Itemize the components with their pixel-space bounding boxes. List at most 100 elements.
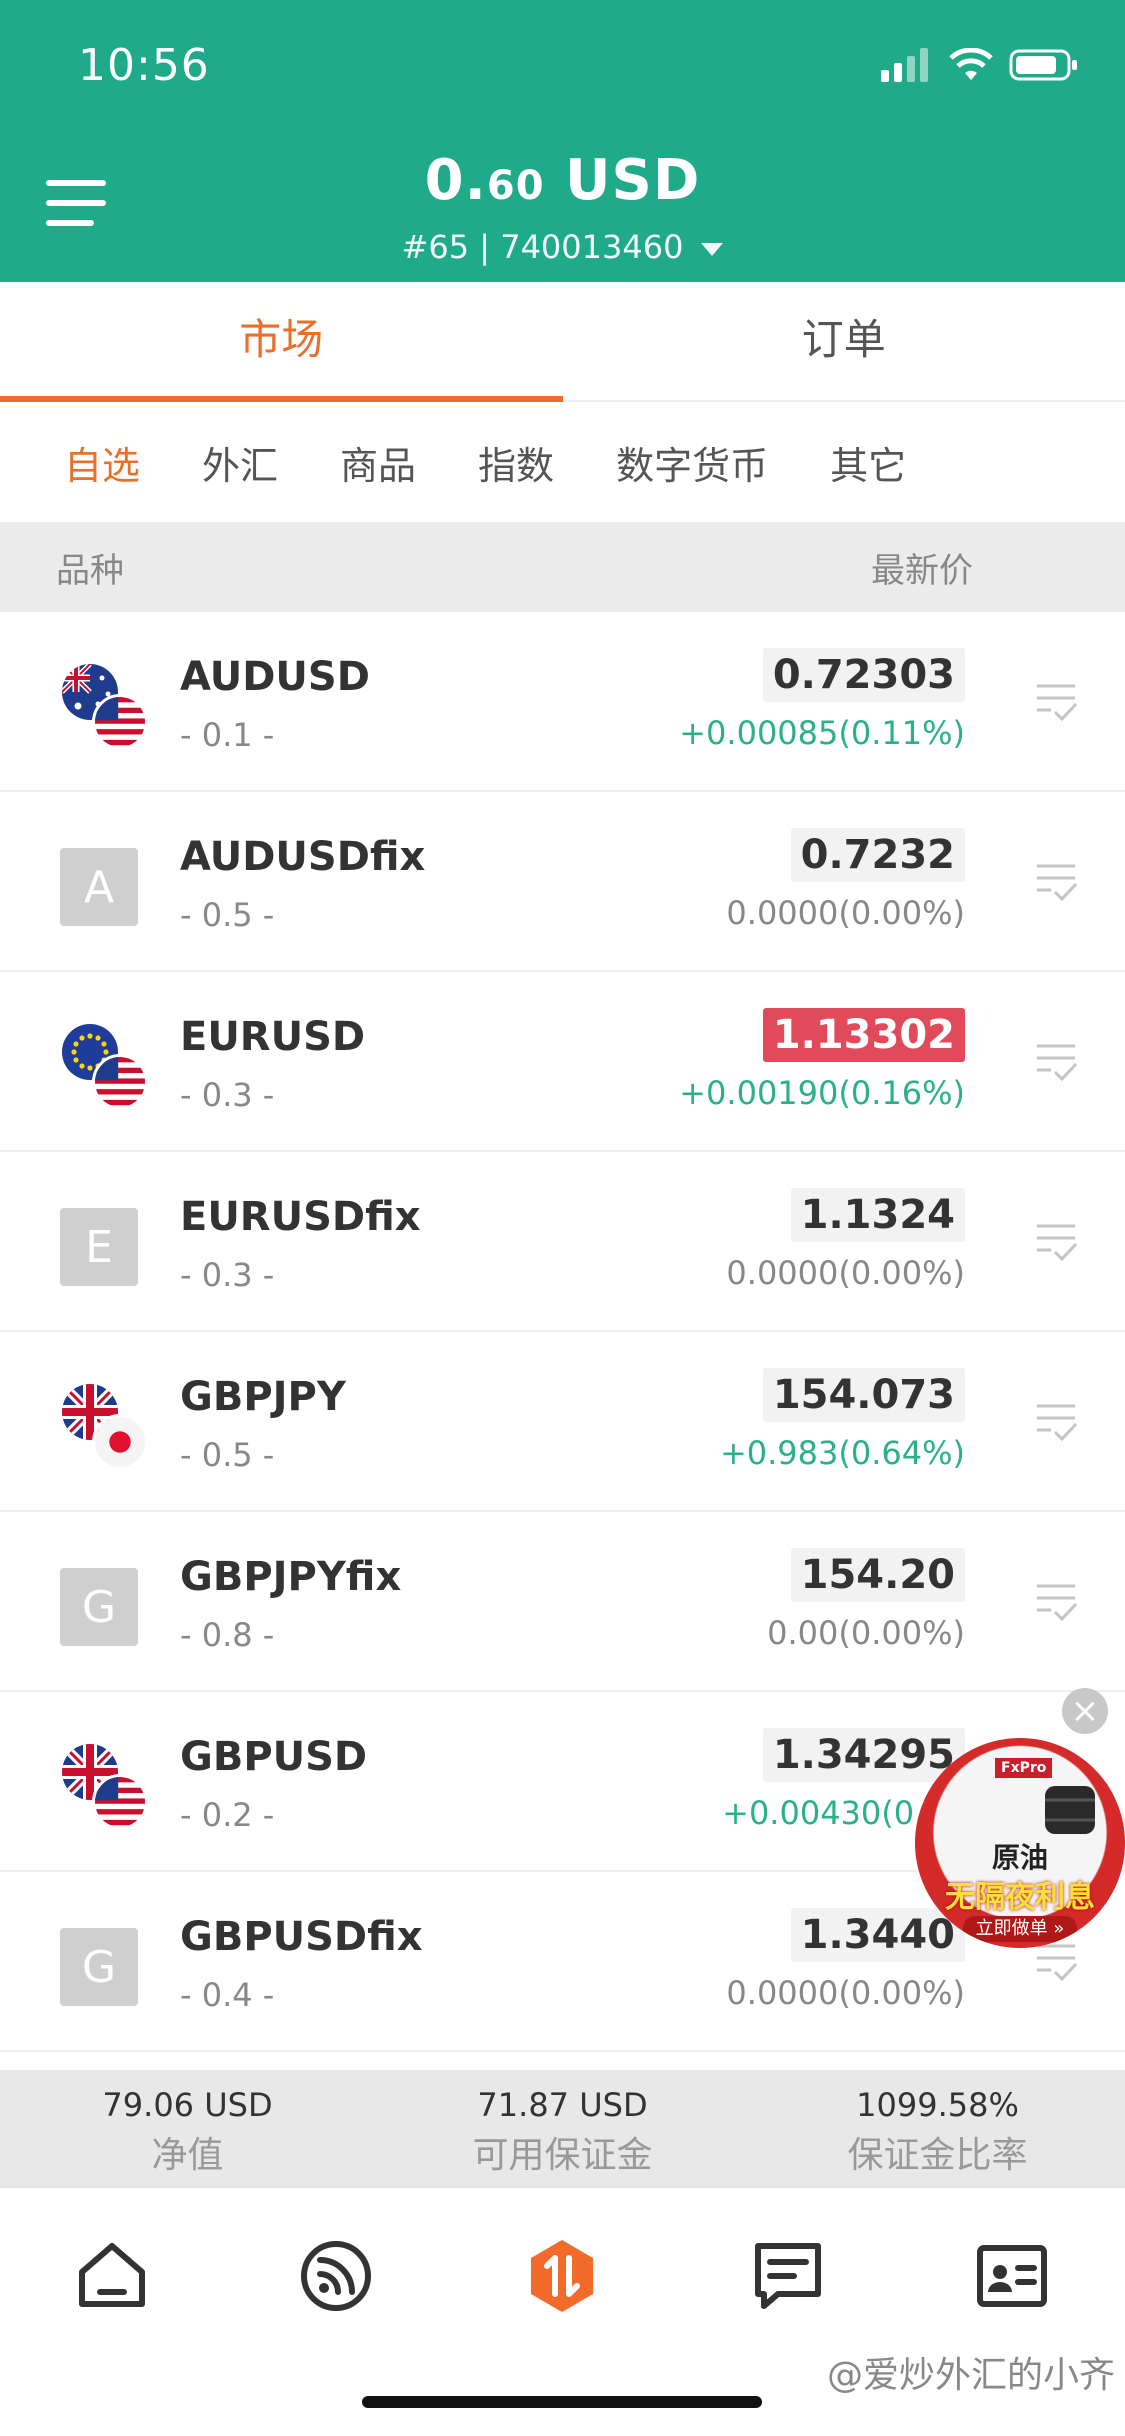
tab-crypto[interactable]: 数字货币: [616, 435, 768, 490]
price-change: 0.0000(0.00%): [726, 894, 965, 932]
column-latest-price: 最新价: [871, 550, 973, 591]
quick-order-icon[interactable]: [1033, 1398, 1079, 1444]
symbol-name: AUDUSD: [180, 654, 370, 700]
margin-level-label: 保证金比率: [847, 2135, 1028, 2176]
summary-equity: 79.06 USD 净值: [0, 2070, 375, 2186]
quick-order-icon[interactable]: [1033, 1038, 1079, 1084]
status-time: 10:56: [78, 40, 210, 91]
quick-order-icon[interactable]: [1033, 1218, 1079, 1264]
account-balance: 0.60 USD: [0, 148, 1125, 213]
symbol-letter-icon: A: [60, 848, 138, 926]
symbol-name: GBPUSD: [180, 1734, 368, 1780]
flag-jp-icon: [92, 1414, 148, 1470]
list-column-header: 品种 最新价: [0, 522, 1125, 612]
price-change: +0.00085(0.11%): [679, 714, 965, 752]
flag-gb-jp-icon: [60, 1380, 150, 1470]
free-margin-label: 可用保证金: [472, 2135, 653, 2176]
flag-us-icon: [92, 694, 148, 750]
symbol-name: GBPUSDfix: [180, 1914, 423, 1960]
symbol-spread: - 0.5 -: [180, 896, 275, 934]
oil-barrel-icon: [1045, 1786, 1095, 1834]
latest-price: 1.13302: [762, 1008, 965, 1062]
free-margin-value: 71.87 USD: [477, 2086, 648, 2124]
margin-level-value: 1099.58%: [856, 2086, 1019, 2124]
ad-brand-logo: FxPro: [995, 1758, 1053, 1778]
price-change: 0.00(0.00%): [767, 1614, 965, 1652]
symbol-letter-icon: G: [60, 1928, 138, 2006]
top-header: 10:56 0.60 USD #65 | 740013460: [0, 0, 1125, 282]
quick-order-icon[interactable]: [1033, 858, 1079, 904]
balance-decimal: 60: [486, 163, 545, 209]
account-summary-bar: 79.06 USD 净值 71.87 USD 可用保证金 1099.58% 保证…: [0, 2070, 1125, 2186]
flag-us-icon: [92, 1054, 148, 1110]
home-indicator: [362, 2396, 762, 2408]
news-icon[interactable]: [748, 2236, 828, 2316]
quote-row[interactable]: GBPJPY - 0.5 - 154.073 +0.983(0.64%): [0, 1332, 1125, 1512]
quote-row[interactable]: AUDUSD - 0.1 - 0.72303 +0.00085(0.11%): [0, 612, 1125, 792]
status-icons: [881, 48, 1079, 82]
symbol-name: AUDUSDfix: [180, 834, 426, 880]
summary-margin-level: 1099.58% 保证金比率: [750, 2070, 1125, 2186]
account-selector[interactable]: #65 | 740013460: [0, 228, 1125, 266]
symbol-name: GBPJPYfix: [180, 1554, 402, 1600]
symbol-spread: - 0.3 -: [180, 1076, 275, 1114]
summary-free-margin: 71.87 USD 可用保证金: [375, 2070, 750, 2186]
symbol-letter-icon: E: [60, 1208, 138, 1286]
equity-label: 净值: [151, 2135, 224, 2176]
category-tabs: 自选 外汇 商品 指数 数字货币 其它: [0, 402, 1125, 522]
latest-price: 154.20: [790, 1548, 965, 1602]
symbol-letter-icon: G: [60, 1568, 138, 1646]
symbol-spread: - 0.2 -: [180, 1796, 275, 1834]
feed-icon[interactable]: [296, 2236, 376, 2316]
quote-row[interactable]: G GBPJPYfix - 0.8 - 154.20 0.00(0.00%): [0, 1512, 1125, 1692]
balance-currency: USD: [544, 148, 701, 213]
latest-price: 0.7232: [790, 828, 965, 882]
main-tabs: 市场 订单: [0, 282, 1125, 402]
symbol-name: EURUSD: [180, 1014, 366, 1060]
latest-price: 1.1324: [790, 1188, 965, 1242]
equity-value: 79.06 USD: [102, 2086, 273, 2124]
price-change: +0.983(0.64%): [719, 1434, 965, 1472]
tab-forex[interactable]: 外汇: [202, 435, 278, 490]
price-change: +0.00190(0.16%): [679, 1074, 965, 1112]
signal-icon: [881, 48, 928, 82]
flag-us-icon: [92, 1774, 148, 1830]
tab-market[interactable]: 市场: [0, 282, 563, 402]
symbol-spread: - 0.5 -: [180, 1436, 275, 1474]
tab-indices[interactable]: 指数: [478, 435, 554, 490]
symbol-name: GBPJPY: [180, 1374, 346, 1420]
balance-integer: 0.: [424, 148, 487, 213]
profile-icon[interactable]: [972, 2236, 1052, 2316]
ad-headline: 无隔夜利息: [945, 1880, 1095, 1915]
symbol-name: EURUSDfix: [180, 1194, 421, 1240]
tab-others[interactable]: 其它: [830, 435, 906, 490]
trade-icon[interactable]: [522, 2236, 602, 2316]
tab-favorites[interactable]: 自选: [64, 435, 140, 490]
quote-row[interactable]: A AUDUSDfix - 0.5 - 0.7232 0.0000(0.00%): [0, 792, 1125, 972]
latest-price: 154.073: [762, 1368, 965, 1422]
ad-cta: 立即做单 »: [963, 1916, 1077, 1942]
price-change: 0.0000(0.00%): [726, 1254, 965, 1292]
flag-eu-us-icon: [60, 1020, 150, 1110]
watermark-text: @爱炒外汇的小齐: [826, 2355, 1115, 2396]
home-icon[interactable]: [72, 2236, 152, 2316]
account-number: #65 | 740013460: [401, 228, 684, 266]
caret-down-icon: [701, 242, 724, 256]
quote-row[interactable]: E EURUSDfix - 0.3 - 1.1324 0.0000(0.00%): [0, 1152, 1125, 1332]
flag-au-us-icon: [60, 660, 150, 750]
wifi-icon: [949, 48, 993, 80]
quote-row[interactable]: EURUSD - 0.3 - 1.13302 +0.00190(0.16%): [0, 972, 1125, 1152]
symbol-spread: - 0.3 -: [180, 1256, 275, 1294]
tab-commodities[interactable]: 商品: [340, 435, 416, 490]
column-symbol: 品种: [56, 550, 124, 591]
ad-close-button[interactable]: ×: [1062, 1688, 1108, 1734]
symbol-spread: - 0.1 -: [180, 716, 275, 754]
battery-icon: [1009, 49, 1077, 81]
promo-ad-bubble[interactable]: FxPro 原油 无隔夜利息 立即做单 »: [915, 1738, 1125, 1948]
latest-price: 1.34295: [762, 1728, 965, 1782]
tab-orders[interactable]: 订单: [563, 282, 1125, 400]
ad-title: 原油: [991, 1841, 1048, 1874]
quick-order-icon[interactable]: [1033, 678, 1079, 724]
quick-order-icon[interactable]: [1033, 1578, 1079, 1624]
latest-price: 1.3440: [790, 1908, 965, 1962]
